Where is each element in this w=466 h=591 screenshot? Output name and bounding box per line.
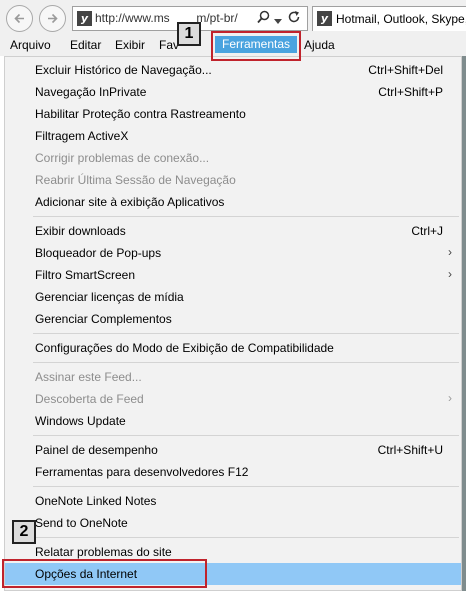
menu-editar[interactable]: Editar bbox=[70, 38, 101, 52]
submenu-arrow-icon: › bbox=[448, 245, 452, 259]
menu-item-compatibility-view[interactable]: Configurações do Modo de Exibição de Com… bbox=[5, 337, 461, 359]
menu-ajuda[interactable]: Ajuda bbox=[304, 38, 335, 52]
back-button[interactable] bbox=[6, 5, 33, 32]
menu-item-reopen-session: Reabrir Última Sessão de Navegação bbox=[5, 169, 461, 191]
site-favicon: y bbox=[77, 11, 92, 26]
menu-item-label: Filtro SmartScreen bbox=[35, 268, 136, 282]
menu-item-delete-history[interactable]: Excluir Histórico de Navegação... Ctrl+S… bbox=[5, 59, 461, 81]
menu-item-label: Relatar problemas do site bbox=[35, 545, 172, 559]
menu-item-media-licenses[interactable]: Gerenciar licenças de mídia bbox=[5, 286, 461, 308]
menu-item-shortcut: Ctrl+Shift+U bbox=[377, 443, 443, 457]
menu-item-shortcut: Ctrl+J bbox=[411, 224, 443, 238]
menu-arquivo[interactable]: Arquivo bbox=[10, 38, 51, 52]
tab-favicon: y bbox=[317, 11, 332, 26]
menu-item-inprivate[interactable]: Navegação InPrivate Ctrl+Shift+P bbox=[5, 81, 461, 103]
menu-item-windows-update[interactable]: Windows Update bbox=[5, 410, 461, 432]
menu-item-label: OneNote Linked Notes bbox=[35, 494, 157, 508]
menu-item-label: Gerenciar licenças de mídia bbox=[35, 290, 184, 304]
menu-item-onenote-linked-notes[interactable]: OneNote Linked Notes bbox=[5, 490, 461, 512]
menu-item-label: Configurações do Modo de Exibição de Com… bbox=[35, 341, 334, 355]
menu-item-label: Gerenciar Complementos bbox=[35, 312, 172, 326]
menu-separator bbox=[33, 362, 459, 363]
menu-item-label: Assinar este Feed... bbox=[35, 370, 142, 384]
tab-title: Hotmail, Outlook, Skype, bbox=[336, 12, 466, 26]
callout-badge-2: 2 bbox=[12, 520, 36, 544]
forward-button[interactable] bbox=[39, 5, 66, 32]
menu-item-label: Filtragem ActiveX bbox=[35, 129, 129, 143]
menu-separator bbox=[33, 333, 459, 334]
back-arrow-icon bbox=[14, 13, 24, 24]
menu-item-f12-tools[interactable]: Ferramentas para desenvolvedores F12 bbox=[5, 461, 461, 483]
menu-item-tracking-protection[interactable]: Habilitar Proteção contra Rastreamento bbox=[5, 103, 461, 125]
menu-item-subscribe-feed: Assinar este Feed... bbox=[5, 366, 461, 388]
menu-item-label: Reabrir Última Sessão de Navegação bbox=[35, 173, 236, 187]
submenu-arrow-icon: › bbox=[448, 391, 452, 405]
menu-item-shortcut: Ctrl+Shift+P bbox=[378, 85, 443, 99]
menu-item-label: Bloqueador de Pop-ups bbox=[35, 246, 162, 260]
menu-item-label: Painel de desempenho bbox=[35, 443, 158, 457]
search-icon[interactable] bbox=[257, 10, 270, 27]
menu-item-performance-dashboard[interactable]: Painel de desempenho Ctrl+Shift+U bbox=[5, 439, 461, 461]
menu-item-label: Habilitar Proteção contra Rastreamento bbox=[35, 107, 246, 121]
menu-item-shortcut: Ctrl+Shift+Del bbox=[368, 63, 443, 77]
menu-item-add-site-apps[interactable]: Adicionar site à exibição Aplicativos bbox=[5, 191, 461, 213]
refresh-icon[interactable] bbox=[287, 10, 301, 27]
callout-box-ferramentas bbox=[211, 31, 301, 61]
menu-item-label: Send to OneNote bbox=[35, 516, 128, 530]
menu-item-manage-addons[interactable]: Gerenciar Complementos bbox=[5, 308, 461, 330]
page-background-right bbox=[462, 56, 466, 591]
menu-exibir[interactable]: Exibir bbox=[115, 38, 145, 52]
chevron-down-icon[interactable] bbox=[274, 13, 282, 28]
menu-item-feed-discovery: Descoberta de Feed › bbox=[5, 388, 461, 410]
menu-separator bbox=[33, 435, 459, 436]
tools-menu: Excluir Histórico de Navegação... Ctrl+S… bbox=[4, 56, 462, 591]
menu-item-label: Exibir downloads bbox=[35, 224, 126, 238]
menu-item-label: Navegação InPrivate bbox=[35, 85, 147, 99]
forward-arrow-icon bbox=[48, 13, 58, 24]
submenu-arrow-icon: › bbox=[448, 267, 452, 281]
menu-item-send-to-onenote[interactable]: Send to OneNote bbox=[5, 512, 461, 534]
address-url[interactable]: http://www.ms m/pt-br/ bbox=[95, 11, 238, 25]
callout-badge-1: 1 bbox=[177, 22, 201, 46]
menu-separator bbox=[33, 486, 459, 487]
menu-item-label: Excluir Histórico de Navegação... bbox=[35, 63, 212, 77]
menu-item-label: Descoberta de Feed bbox=[35, 392, 144, 406]
menu-favoritos[interactable]: Fav bbox=[159, 38, 179, 52]
menu-separator bbox=[33, 216, 459, 217]
menu-item-smartscreen[interactable]: Filtro SmartScreen › bbox=[5, 264, 461, 286]
menu-separator bbox=[33, 537, 459, 538]
menu-item-label: Ferramentas para desenvolvedores F12 bbox=[35, 465, 249, 479]
menu-item-view-downloads[interactable]: Exibir downloads Ctrl+J bbox=[5, 220, 461, 242]
menu-item-label: Adicionar site à exibição Aplicativos bbox=[35, 195, 225, 209]
menu-item-label: Windows Update bbox=[35, 414, 126, 428]
menu-item-activex-filtering[interactable]: Filtragem ActiveX bbox=[5, 125, 461, 147]
browser-tab[interactable]: y Hotmail, Outlook, Skype, bbox=[312, 6, 466, 31]
menu-item-fix-connection: Corrigir problemas de conexão... bbox=[5, 147, 461, 169]
callout-box-internet-options bbox=[2, 559, 207, 588]
menu-item-popup-blocker[interactable]: Bloqueador de Pop-ups › bbox=[5, 242, 461, 264]
menu-item-label: Corrigir problemas de conexão... bbox=[35, 151, 210, 165]
